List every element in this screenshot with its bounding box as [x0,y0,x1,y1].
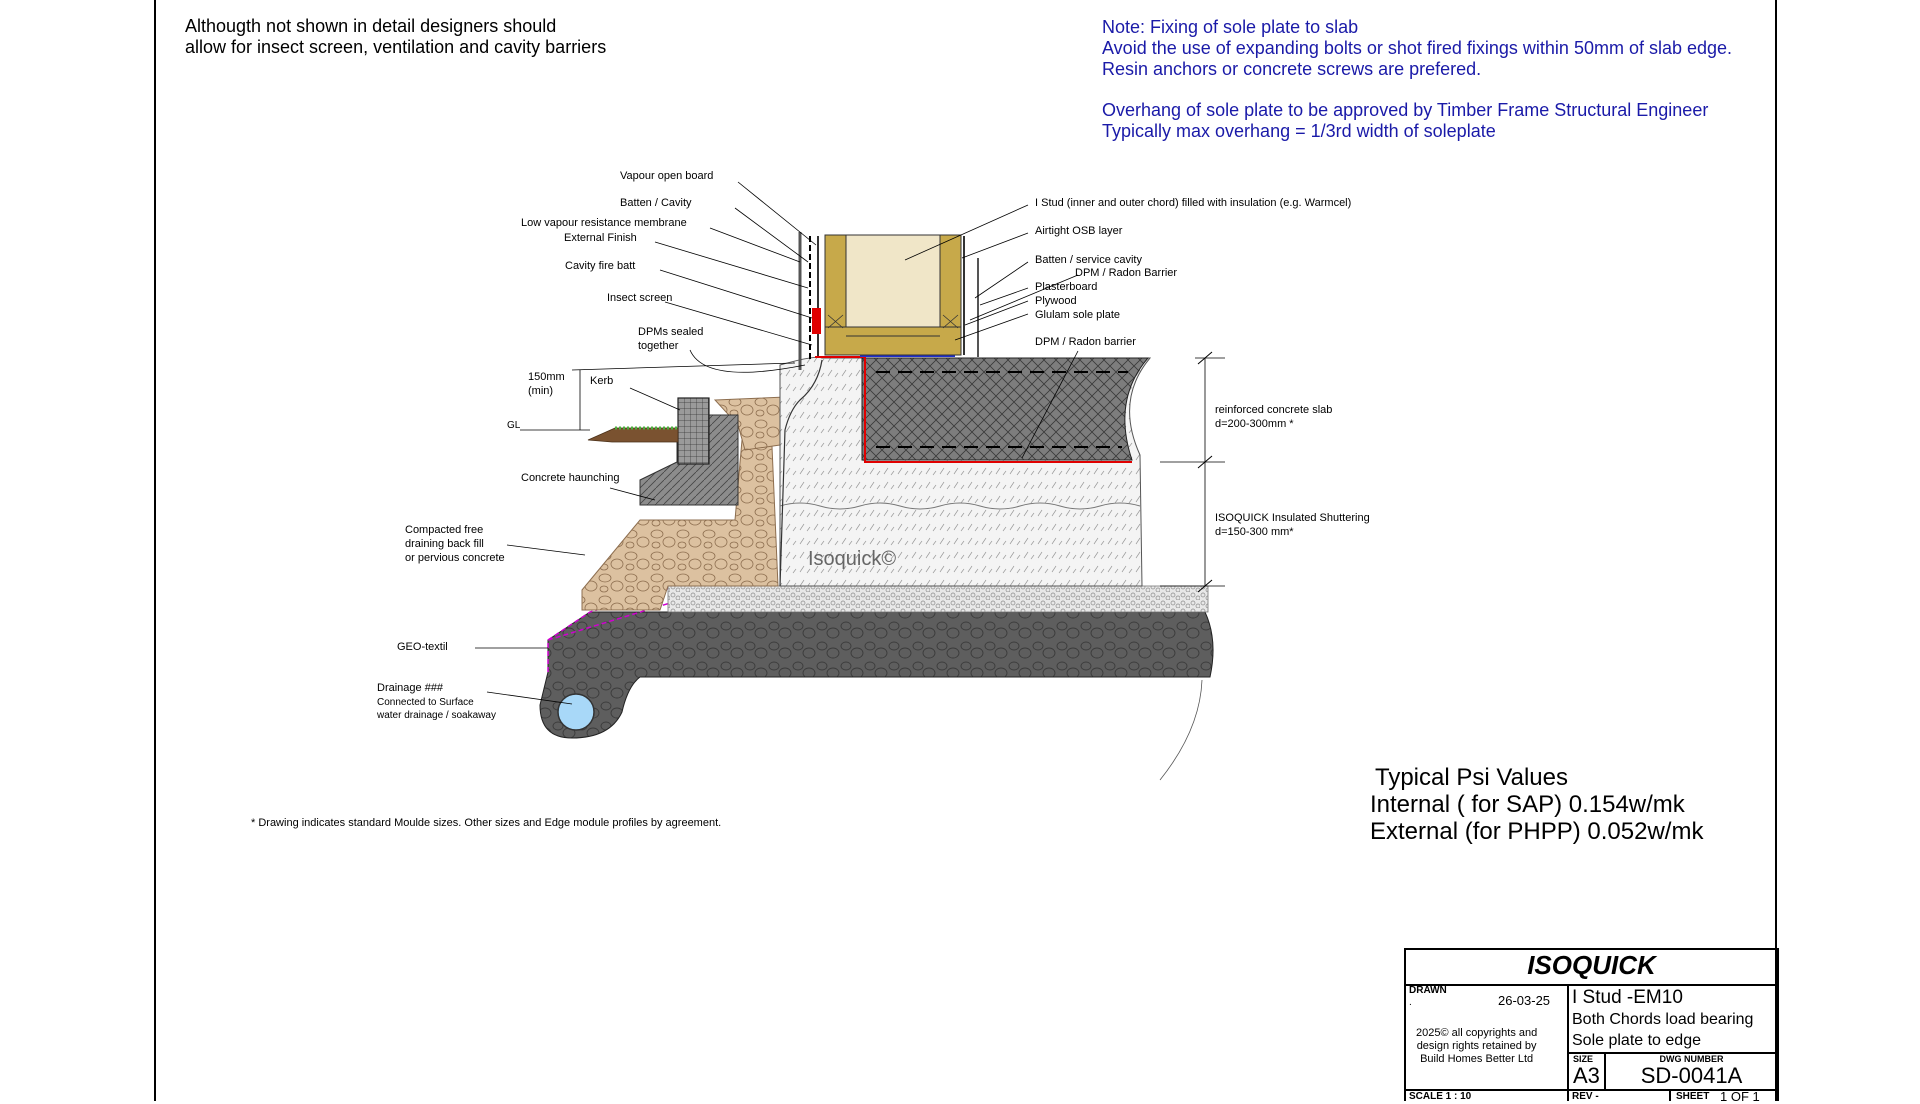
reinforced-concrete-slab [861,357,1150,461]
label-dim-150: 150mm [528,371,565,383]
psi-internal: Internal ( for SAP) 0.154w/mk [1370,791,1685,818]
fixing-note-spacer [1102,80,1732,100]
label-batten-service: Batten / service cavity [1035,254,1142,266]
ground-soil [587,427,679,443]
sheet-size: A3 [1573,1063,1600,1088]
label-backfill-3: or pervious concrete [405,552,505,564]
glulam-sole-plate [824,326,962,356]
fixing-note-line: Overhang of sole plate to be approved by… [1102,100,1709,120]
scale: SCALE 1 : 10 [1409,1091,1472,1102]
kerb [677,397,710,465]
label-dim-min: (min) [528,385,554,397]
revision: REV - [1572,1091,1599,1102]
company-name: ISOQUICK [1527,950,1656,980]
label-drainage-3: water drainage / soakaway [377,710,496,721]
fixing-note: Note: Fixing of sole plate to slab Avoid… [1102,17,1732,142]
drawn-by: . [1409,997,1412,1008]
label-i-stud: I Stud (inner and outer chord) filled wi… [1035,197,1352,209]
sheet-label: SHEET [1676,1091,1710,1102]
copyright-line: 2025© all copyrights and [1416,1027,1538,1039]
copyright-line: Build Homes Better Ltd [1420,1053,1534,1065]
label-drainage-2: Connected to Surface [377,697,474,708]
fixing-note-line: Note: Fixing of sole plate to slab [1102,17,1359,37]
drawing-title: I Stud -EM10 [1572,987,1683,1008]
copyright-note: 2025© all copyrights and design rights r… [1416,1027,1537,1066]
label-cavity-fire-batt: Cavity fire batt [565,260,636,272]
label-shutter-d: d=150-300 mm* [1215,526,1294,538]
cavity-fire-batt [812,308,821,334]
dwg-number: SD-0041A [1640,1063,1743,1088]
label-dpm-radon-1: DPM / Radon Barrier [1075,267,1178,279]
footnote: * Drawing indicates standard Moulde size… [251,817,722,829]
label-insect-screen: Insect screen [607,292,673,304]
drawing-date: 26-03-25 [1498,993,1551,1008]
label-external-finish: External Finish [564,232,637,244]
label-low-vapour-membrane: Low vapour resistance membrane [521,217,687,229]
drawing-subtitle: Both Chords load bearing [1572,1011,1754,1028]
psi-title: Typical Psi Values [1375,764,1568,791]
label-airtight-osb: Airtight OSB layer [1035,225,1123,237]
label-vapour-open-board: Vapour open board [620,170,714,182]
psi-values: Typical Psi Values Internal ( for SAP) 0… [1370,764,1703,845]
curve-line [1159,679,1203,781]
gravel-blinding [667,585,1209,613]
label-plywood: Plywood [1035,295,1077,307]
drainage-pipe [557,693,595,731]
fixing-note-line: Resin anchors or concrete screws are pre… [1102,59,1482,79]
label-glulam: Glulam sole plate [1035,309,1120,321]
label-slab-d: d=200-300mm * [1215,418,1294,430]
label-slab: reinforced concrete slab [1215,404,1333,416]
general-note-line: allow for insect screen, ventilation and… [185,37,607,57]
label-backfill-2: draining back fill [405,538,484,550]
drawing-sheet: Althougth not shown in detail designers … [0,0,1920,1104]
general-note: Althougth not shown in detail designers … [185,16,606,58]
label-drainage: Drainage ### [377,682,444,694]
label-kerb: Kerb [590,375,614,387]
label-dpms-sealed-2: together [638,340,679,352]
psi-external: External (for PHPP) 0.052w/mk [1370,818,1704,845]
sheet-number: 1 OF 1 [1720,1089,1760,1104]
construction-detail-drawing [154,0,1779,1101]
drawing-subtitle-2: Sole plate to edge [1572,1032,1701,1049]
label-concrete-haunching: Concrete haunching [521,472,620,484]
label-batten-cavity: Batten / Cavity [620,197,692,209]
label-plasterboard: Plasterboard [1035,281,1098,293]
isoquick-watermark: Isoquick© [808,548,897,570]
label-backfill-1: Compacted free [405,524,484,536]
sub-base-hardcore [539,611,1214,739]
label-dpms-sealed: DPMs sealed [638,326,704,338]
fixing-note-line: Typically max overhang = 1/3rd width of … [1102,121,1496,141]
label-dpm-radon-2: DPM / Radon barrier [1035,336,1136,348]
label-geotextil: GEO-textil [397,641,448,653]
label-shutter: ISOQUICK Insulated Shuttering [1215,512,1370,524]
fixing-note-line: Avoid the use of expanding bolts or shot… [1102,38,1733,58]
label-gl: GL [507,420,521,431]
drawn-label: DRAWN [1409,985,1447,996]
copyright-line: design rights retained by [1416,1040,1537,1052]
general-note-line: Althougth not shown in detail designers … [185,16,557,36]
